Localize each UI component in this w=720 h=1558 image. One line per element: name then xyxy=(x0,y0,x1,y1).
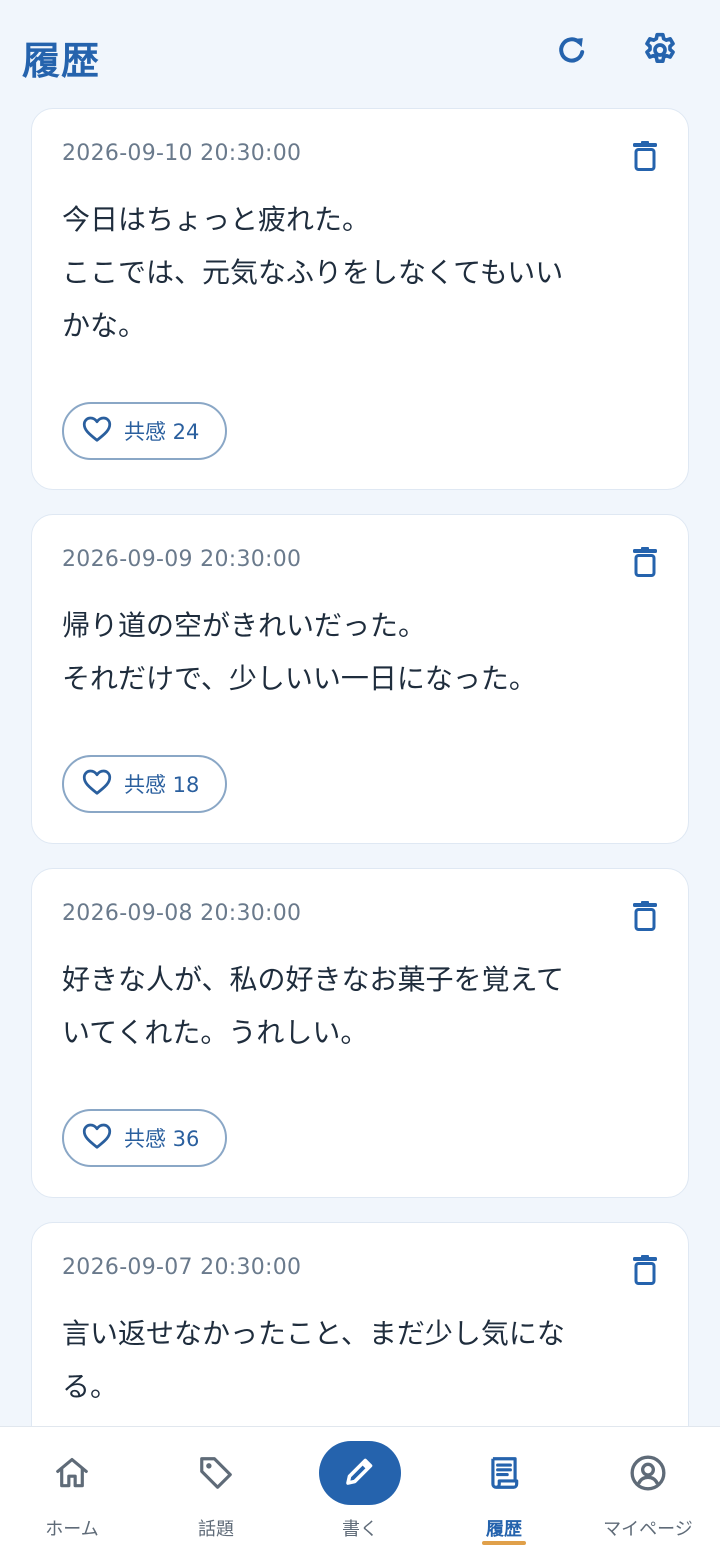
post-timestamp: 2026-09-09 20:30:00 xyxy=(62,547,302,572)
delete-button[interactable] xyxy=(624,897,666,939)
trash-icon xyxy=(632,141,658,175)
nav-history[interactable]: 履歴 xyxy=(432,1427,576,1558)
refresh-button[interactable] xyxy=(548,28,596,76)
empathy-count: 共感 18 xyxy=(124,773,200,797)
post-card: 2026-09-08 20:30:00 好きな人が、私の好きなお菓子を覚えて い… xyxy=(31,868,689,1198)
delete-button[interactable] xyxy=(624,543,666,585)
post-card: 2026-09-09 20:30:00 帰り道の空がきれいだった。 それだけで、… xyxy=(31,514,689,844)
nav-home[interactable]: ホーム xyxy=(0,1427,144,1558)
heart-icon xyxy=(82,768,112,800)
heart-icon xyxy=(82,415,112,447)
trash-icon xyxy=(632,901,658,935)
post-body: 今日はちょっと疲れた。 ここでは、元気なふりをしなくてもいい かな。 xyxy=(62,203,564,342)
nav-label: 履歴 xyxy=(486,1519,522,1540)
delete-button[interactable] xyxy=(624,137,666,179)
post-timestamp: 2026-09-08 20:30:00 xyxy=(62,901,302,926)
nav-write[interactable]: 書く xyxy=(288,1427,432,1558)
post-body: 帰り道の空がきれいだった。 それだけで、少しいい一日になった。 xyxy=(62,609,537,695)
write-button[interactable] xyxy=(319,1441,401,1505)
post-timestamp: 2026-09-07 20:30:00 xyxy=(62,1255,302,1280)
home-icon xyxy=(50,1451,94,1495)
nav-topics[interactable]: 話題 xyxy=(144,1427,288,1558)
header: 履歴 xyxy=(0,0,720,106)
post-card: 2026-09-07 20:30:00 言い返せなかったこと、まだ少し気にな る… xyxy=(31,1222,689,1426)
nav-label: 書く xyxy=(342,1519,378,1540)
tag-icon xyxy=(194,1451,238,1495)
nav-label: マイページ xyxy=(603,1519,693,1540)
trash-icon xyxy=(632,1255,658,1289)
active-tab-indicator xyxy=(482,1541,526,1545)
heart-icon xyxy=(82,1122,112,1154)
history-feed[interactable]: 2026-09-10 20:30:00 今日はちょっと疲れた。 ここでは、元気な… xyxy=(0,106,720,1426)
post-timestamp: 2026-09-10 20:30:00 xyxy=(62,141,302,166)
bottom-nav: ホーム 話題 書く 履歴 マイページ xyxy=(0,1426,720,1558)
empathy-button[interactable]: 共感 36 xyxy=(62,1109,227,1167)
app-screen: 履歴 2026-09-10 20:30:00 今日はちょっと疲れた。 ここでは、… xyxy=(0,0,720,1558)
user-circle-icon xyxy=(626,1451,670,1495)
settings-button[interactable] xyxy=(636,28,684,76)
pencil-icon xyxy=(342,1453,378,1493)
post-body: 好きな人が、私の好きなお菓子を覚えて いてくれた。うれしい。 xyxy=(62,963,565,1049)
history-icon xyxy=(482,1451,526,1495)
post-card: 2026-09-10 20:30:00 今日はちょっと疲れた。 ここでは、元気な… xyxy=(31,108,689,490)
empathy-count: 共感 36 xyxy=(124,1127,200,1151)
post-body: 言い返せなかったこと、まだ少し気にな る。 xyxy=(62,1317,565,1403)
refresh-icon xyxy=(555,33,589,71)
nav-label: 話題 xyxy=(198,1519,234,1540)
empathy-count: 共感 24 xyxy=(124,420,200,444)
nav-mypage[interactable]: マイページ xyxy=(576,1427,720,1558)
nav-label: ホーム xyxy=(45,1519,99,1540)
page-title: 履歴 xyxy=(22,39,101,83)
trash-icon xyxy=(632,547,658,581)
delete-button[interactable] xyxy=(624,1251,666,1293)
gear-icon xyxy=(640,30,680,74)
empathy-button[interactable]: 共感 24 xyxy=(62,402,227,460)
empathy-button[interactable]: 共感 18 xyxy=(62,755,227,813)
